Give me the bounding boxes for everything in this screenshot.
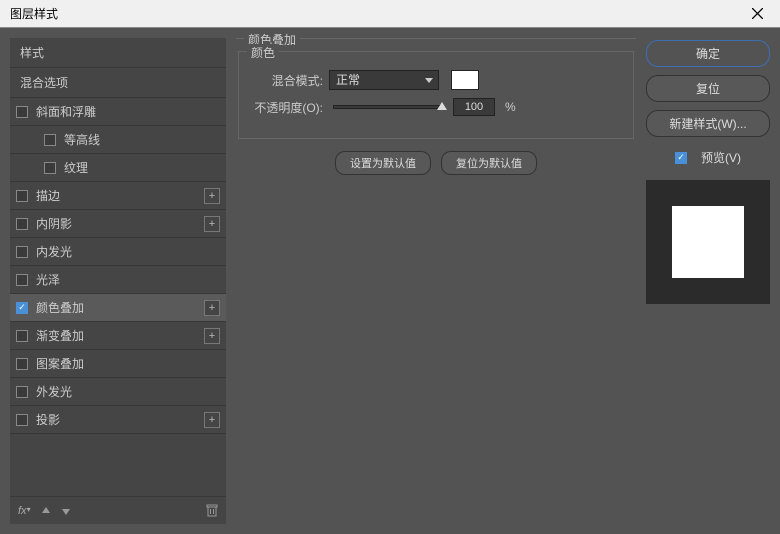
add-instance-icon[interactable]: + — [204, 412, 220, 428]
style-checkbox[interactable] — [44, 134, 56, 146]
style-checkbox[interactable] — [16, 190, 28, 202]
main-panel: 颜色叠加 颜色 混合模式: 正常 不透明度(O): % — [234, 38, 638, 524]
sidebar-item-9[interactable]: 图案叠加 — [10, 350, 226, 378]
ok-button[interactable]: 确定 — [646, 40, 770, 67]
style-label: 渐变叠加 — [36, 327, 84, 344]
style-checkbox[interactable] — [16, 330, 28, 342]
add-instance-icon[interactable]: + — [204, 216, 220, 232]
reset-default-button[interactable]: 复位为默认值 — [441, 151, 537, 175]
sidebar-item-3[interactable]: 描边 + — [10, 182, 226, 210]
preview-swatch — [672, 206, 744, 278]
color-group-label: 颜色 — [247, 44, 279, 61]
sidebar-item-1[interactable]: 等高线 — [10, 126, 226, 154]
opacity-input[interactable] — [453, 98, 495, 116]
style-checkbox[interactable] — [16, 106, 28, 118]
preview-box — [646, 180, 770, 304]
fx-icon[interactable]: fx▾ — [18, 505, 31, 517]
color-swatch[interactable] — [451, 70, 479, 90]
blend-mode-label: 混合模式: — [251, 72, 323, 89]
add-instance-icon[interactable]: + — [204, 328, 220, 344]
sidebar-item-0[interactable]: 斜面和浮雕 — [10, 98, 226, 126]
sidebar-item-8[interactable]: 渐变叠加 + — [10, 322, 226, 350]
blend-mode-row: 混合模式: 正常 — [251, 70, 621, 90]
opacity-unit: % — [505, 100, 516, 114]
style-checkbox[interactable] — [16, 302, 28, 314]
style-checkbox[interactable] — [16, 386, 28, 398]
style-label: 投影 — [36, 411, 60, 428]
style-checkbox[interactable] — [16, 246, 28, 258]
style-label: 等高线 — [64, 131, 100, 148]
sidebar-item-2[interactable]: 纹理 — [10, 154, 226, 182]
style-label: 内阴影 — [36, 215, 72, 232]
color-group: 颜色 混合模式: 正常 不透明度(O): % — [238, 51, 634, 139]
style-label: 外发光 — [36, 383, 72, 400]
style-checkbox[interactable] — [16, 218, 28, 230]
style-label: 颜色叠加 — [36, 299, 84, 316]
style-label: 斜面和浮雕 — [36, 103, 96, 120]
sidebar-item-6[interactable]: 光泽 — [10, 266, 226, 294]
set-default-button[interactable]: 设置为默认值 — [335, 151, 431, 175]
sidebar-item-7[interactable]: 颜色叠加 + — [10, 294, 226, 322]
opacity-slider[interactable] — [333, 105, 443, 109]
opacity-label: 不透明度(O): — [251, 99, 323, 116]
opacity-row: 不透明度(O): % — [251, 98, 621, 116]
sidebar-item-blend-options[interactable]: 混合选项 — [10, 68, 226, 98]
preview-label: 预览(V) — [701, 149, 741, 166]
new-style-button[interactable]: 新建样式(W)... — [646, 110, 770, 137]
style-checkbox[interactable] — [44, 162, 56, 174]
titlebar: 图层样式 — [0, 0, 780, 28]
blend-mode-select[interactable]: 正常 — [329, 70, 439, 90]
arrow-down-icon[interactable] — [61, 506, 71, 516]
close-button[interactable] — [735, 0, 780, 28]
sidebar-item-10[interactable]: 外发光 — [10, 378, 226, 406]
style-label: 内发光 — [36, 243, 72, 260]
right-panel: 确定 复位 新建样式(W)... 预览(V) — [646, 38, 770, 524]
close-icon — [752, 8, 763, 19]
style-label: 描边 — [36, 187, 60, 204]
add-instance-icon[interactable]: + — [204, 300, 220, 316]
style-checkbox[interactable] — [16, 358, 28, 370]
sidebar-item-11[interactable]: 投影 + — [10, 406, 226, 434]
preview-checkbox[interactable] — [675, 152, 687, 164]
window-title: 图层样式 — [10, 5, 58, 22]
arrow-up-icon[interactable] — [41, 506, 51, 516]
trash-icon[interactable] — [206, 504, 218, 517]
cancel-button[interactable]: 复位 — [646, 75, 770, 102]
style-label: 图案叠加 — [36, 355, 84, 372]
style-checkbox[interactable] — [16, 274, 28, 286]
add-instance-icon[interactable]: + — [204, 188, 220, 204]
dialog-content: 样式 混合选项 斜面和浮雕等高线纹理描边 + 内阴影 + 内发光光泽颜色叠加 + 渐变叠加 +… — [0, 28, 780, 534]
color-overlay-group: 颜色叠加 颜色 混合模式: 正常 不透明度(O): % — [236, 38, 636, 175]
slider-thumb-icon[interactable] — [437, 102, 447, 110]
sidebar-footer: fx▾ — [10, 496, 226, 524]
sidebar-item-4[interactable]: 内阴影 + — [10, 210, 226, 238]
sidebar-header: 样式 — [10, 38, 226, 68]
sidebar-item-5[interactable]: 内发光 — [10, 238, 226, 266]
style-label: 纹理 — [64, 159, 88, 176]
style-checkbox[interactable] — [16, 414, 28, 426]
default-buttons-row: 设置为默认值 复位为默认值 — [236, 151, 636, 175]
styles-sidebar: 样式 混合选项 斜面和浮雕等高线纹理描边 + 内阴影 + 内发光光泽颜色叠加 + 渐变叠加 +… — [10, 38, 226, 524]
preview-toggle[interactable]: 预览(V) — [646, 149, 770, 166]
style-label: 光泽 — [36, 271, 60, 288]
